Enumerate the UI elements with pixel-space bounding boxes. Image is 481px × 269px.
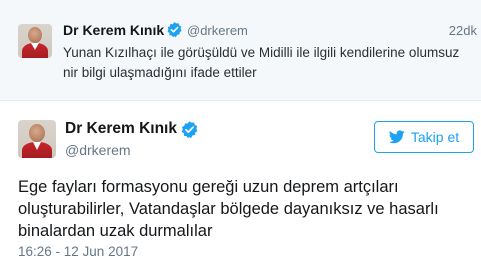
tweet-text: Yunan Kızılhaçı ile görüşüldü ve Midilli… <box>63 45 460 80</box>
avatar[interactable] <box>18 120 56 158</box>
twitter-bird-icon <box>388 130 405 144</box>
tweet-text: Ege fayları formasyonu gereği uzun depre… <box>18 178 439 240</box>
author-name[interactable]: Dr Kerem Kınık <box>65 120 177 138</box>
tweet-timestamp[interactable]: 22dk <box>449 23 477 38</box>
verified-badge-icon <box>167 22 182 38</box>
follow-button[interactable]: Takip et <box>374 121 474 153</box>
author-name[interactable]: Dr Kerem Kınık <box>63 22 164 38</box>
tweet-datetime[interactable]: 16:26 - 12 Jun 2017 <box>18 244 138 259</box>
author-handle[interactable]: @drkerem <box>187 23 248 38</box>
avatar[interactable] <box>18 24 52 58</box>
follow-button-label: Takip et <box>410 129 460 145</box>
parent-tweet[interactable]: Dr Kerem Kınık @drkerem 22dk Yunan Kızıl… <box>0 0 481 101</box>
author-handle[interactable]: @drkerem <box>65 142 131 158</box>
verified-badge-icon <box>181 121 198 139</box>
